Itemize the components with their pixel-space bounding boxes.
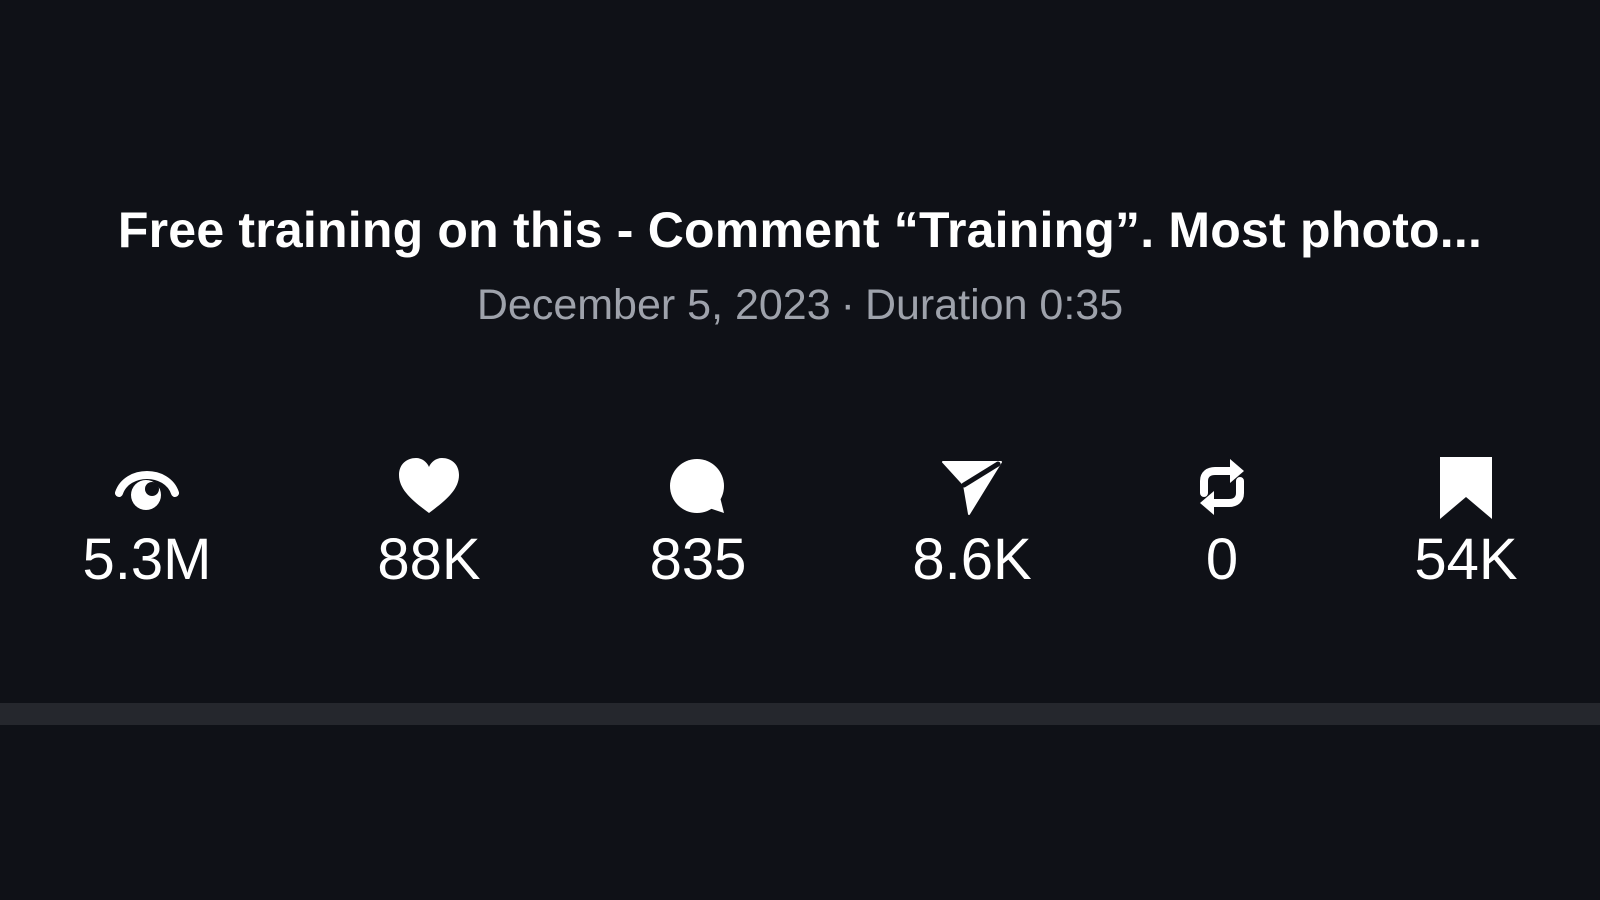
- stats-row: 5.3M 88K 835 8.6K 0 54K: [0, 455, 1600, 605]
- saves-count: 54K: [1414, 527, 1518, 592]
- eye-icon: [115, 455, 179, 519]
- views-count: 5.3M: [82, 527, 212, 592]
- comments-stat[interactable]: 835: [598, 455, 798, 595]
- shares-stat[interactable]: 8.6K: [872, 455, 1072, 595]
- reposts-stat[interactable]: 0: [1122, 455, 1322, 595]
- heart-icon: [397, 455, 461, 519]
- meta-separator: ·: [840, 281, 855, 329]
- likes-stat[interactable]: 88K: [329, 455, 529, 595]
- repost-icon: [1190, 455, 1254, 519]
- post-date: December 5, 2023: [476, 281, 831, 329]
- shares-count: 8.6K: [912, 527, 1032, 592]
- post-meta: December 5, 2023 · Duration 0:35: [0, 277, 1600, 333]
- likes-count: 88K: [377, 527, 481, 592]
- reposts-count: 0: [1205, 527, 1239, 592]
- saves-stat[interactable]: 54K: [1366, 455, 1566, 595]
- send-icon: [940, 455, 1004, 519]
- post-title: Free training on this - Comment “Trainin…: [117, 202, 1483, 258]
- section-divider: [0, 703, 1600, 725]
- views-stat[interactable]: 5.3M: [47, 455, 247, 595]
- bookmark-icon: [1434, 455, 1498, 519]
- comments-count: 835: [649, 527, 747, 592]
- comment-bubble-icon: [666, 455, 730, 519]
- post-duration: Duration 0:35: [864, 281, 1124, 329]
